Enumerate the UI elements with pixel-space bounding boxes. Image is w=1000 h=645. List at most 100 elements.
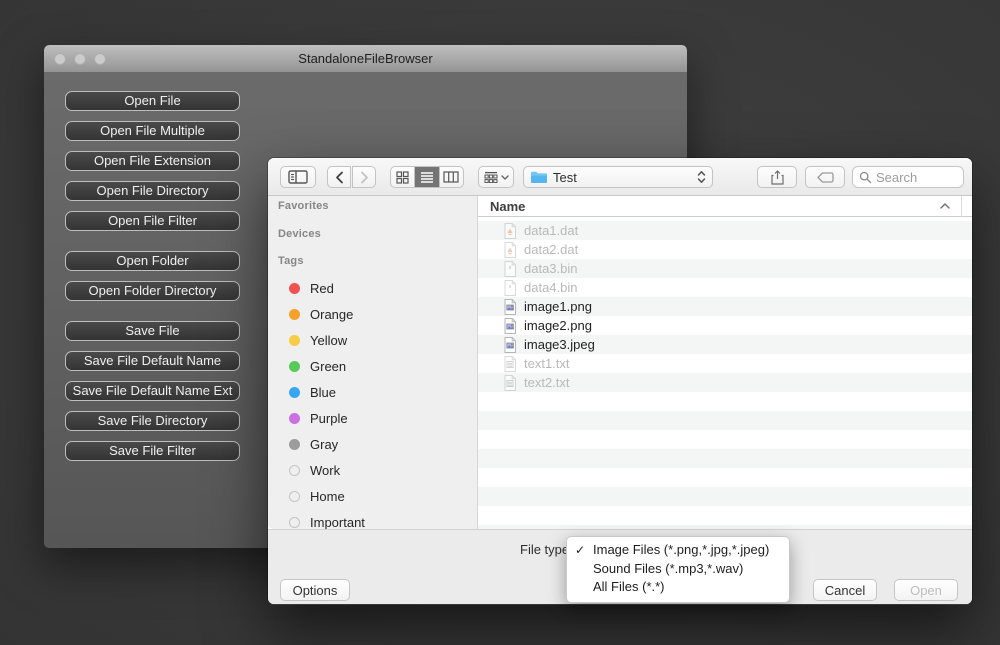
file-name: data2.dat xyxy=(524,242,578,257)
file-name: text1.txt xyxy=(524,356,570,371)
tag-color-dot-blue xyxy=(289,387,300,398)
desktop: StandaloneFileBrowser Open File Open File… xyxy=(0,0,1000,645)
file-icon-img xyxy=(504,337,516,353)
sidebar-tag-orange[interactable]: Orange xyxy=(268,305,478,325)
bin-file-icon xyxy=(504,261,516,277)
forward-button[interactable] xyxy=(352,166,376,188)
tag-label: Gray xyxy=(310,437,338,452)
list-view-button[interactable] xyxy=(414,167,438,187)
group-by-button[interactable] xyxy=(478,166,514,188)
search-input[interactable] xyxy=(876,170,946,185)
tag-color-dot-work xyxy=(289,465,300,476)
file-icon-img xyxy=(504,299,516,315)
sidebar-tag-green[interactable]: Green xyxy=(268,357,478,377)
file-name: text2.txt xyxy=(524,375,570,390)
chevron-down-icon xyxy=(501,175,509,180)
file-icon-txt xyxy=(504,375,516,391)
minimize-button[interactable] xyxy=(74,53,86,65)
unity-titlebar[interactable]: StandaloneFileBrowser xyxy=(44,45,687,73)
tag-label: Red xyxy=(310,281,334,296)
sidebar-section-tags: Tags xyxy=(278,255,304,271)
tag-color-dot-purple xyxy=(289,413,300,424)
file-type-option-label: All Files (*.*) xyxy=(593,579,665,594)
unity-button-open-folder[interactable]: Open Folder xyxy=(65,251,240,271)
unity-button-save-file-filter[interactable]: Save File Filter xyxy=(65,441,240,461)
sidebar-toggle-button[interactable] xyxy=(280,166,316,188)
options-button[interactable]: Options xyxy=(280,579,350,601)
file-row-image1.png[interactable]: image1.png xyxy=(478,297,972,316)
file-row-data4.bin: data4.bin xyxy=(478,278,972,297)
unity-button-open-file-directory[interactable]: Open File Directory xyxy=(65,181,240,201)
txt-file-icon xyxy=(504,356,516,372)
sidebar: FavoritesDevicesTagsRedOrangeYellowGreen… xyxy=(268,196,478,529)
current-folder-label: Test xyxy=(553,170,691,185)
unity-button-open-file-multiple[interactable]: Open File Multiple xyxy=(65,121,240,141)
img-file-icon xyxy=(504,337,516,353)
sidebar-tag-gray[interactable]: Gray xyxy=(268,435,478,455)
file-type-option-label: Image Files (*.png,*.jpg,*.jpeg) xyxy=(593,542,769,557)
file-icon-img xyxy=(504,318,516,334)
file-icon-bin xyxy=(504,280,516,296)
file-row-data3.bin: data3.bin xyxy=(478,259,972,278)
dat-file-icon xyxy=(504,223,516,239)
sidebar-tag-purple[interactable]: Purple xyxy=(268,409,478,429)
icon-view-button[interactable] xyxy=(391,167,414,187)
tag-icon xyxy=(817,172,834,183)
file-name: data1.dat xyxy=(524,223,578,238)
close-button[interactable] xyxy=(54,53,66,65)
file-row-image2.png[interactable]: image2.png xyxy=(478,316,972,335)
tag-label: Home xyxy=(310,489,345,504)
open-button[interactable]: Open xyxy=(894,579,958,601)
file-dialog: Test xyxy=(268,158,972,604)
file-icon-txt xyxy=(504,356,516,372)
file-list: data1.datdata2.datdata3.bindata4.binimag… xyxy=(478,221,972,529)
file-type-option-2[interactable]: Sound Files (*.mp3,*.wav) xyxy=(567,560,789,579)
unity-button-open-folder-directory[interactable]: Open Folder Directory xyxy=(65,281,240,301)
cancel-button[interactable]: Cancel xyxy=(813,579,877,601)
unity-button-save-file-default-name[interactable]: Save File Default Name xyxy=(65,351,240,371)
file-icon-bin xyxy=(504,261,516,277)
empty-row xyxy=(478,411,972,430)
empty-row xyxy=(478,487,972,506)
bin-file-icon xyxy=(504,280,516,296)
file-icon-dat xyxy=(504,223,516,239)
sort-ascending-icon[interactable] xyxy=(940,203,950,209)
updown-chevrons-icon xyxy=(697,170,706,184)
tag-label: Orange xyxy=(310,307,353,322)
tag-label: Work xyxy=(310,463,340,478)
zoom-button[interactable] xyxy=(94,53,106,65)
sidebar-tag-blue[interactable]: Blue xyxy=(268,383,478,403)
unity-button-save-file-directory[interactable]: Save File Directory xyxy=(65,411,240,431)
tag-button[interactable] xyxy=(805,166,845,188)
unity-button-open-file-extension[interactable]: Open File Extension xyxy=(65,151,240,171)
list-header[interactable]: Name xyxy=(478,196,972,217)
file-list-area: Name data1.dat data2.dat data3.bin data4.bi… xyxy=(478,196,972,529)
unity-button-save-file[interactable]: Save File xyxy=(65,321,240,341)
sidebar-tag-yellow[interactable]: Yellow xyxy=(268,331,478,351)
window-title: StandaloneFileBrowser xyxy=(44,45,687,73)
header-divider xyxy=(961,196,962,217)
search-field[interactable] xyxy=(852,166,964,188)
tag-color-dot-yellow xyxy=(289,335,300,346)
unity-button-open-file[interactable]: Open File xyxy=(65,91,240,111)
file-type-option-1[interactable]: ✓ Image Files (*.png,*.jpg,*.jpeg) xyxy=(567,541,789,560)
sidebar-tag-red[interactable]: Red xyxy=(268,279,478,299)
checkmark-icon: ✓ xyxy=(575,542,585,559)
share-button[interactable] xyxy=(757,166,797,188)
sidebar-tag-work[interactable]: Work xyxy=(268,461,478,481)
file-type-option-3[interactable]: All Files (*.*) xyxy=(567,578,789,597)
file-type-option-label: Sound Files (*.mp3,*.wav) xyxy=(593,561,743,576)
unity-button-open-file-filter[interactable]: Open File Filter xyxy=(65,211,240,231)
file-type-menu: ✓ Image Files (*.png,*.jpg,*.jpeg) Sound F… xyxy=(566,536,790,603)
folder-dropdown[interactable]: Test xyxy=(523,166,713,188)
file-row-image3.jpeg[interactable]: image3.jpeg xyxy=(478,335,972,354)
traffic-lights xyxy=(54,53,106,65)
file-name: data3.bin xyxy=(524,261,578,276)
unity-button-save-file-default-name-ext[interactable]: Save File Default Name Ext xyxy=(65,381,240,401)
file-row-text1.txt: text1.txt xyxy=(478,354,972,373)
column-view-button[interactable] xyxy=(439,167,463,187)
back-button[interactable] xyxy=(327,166,351,188)
empty-row xyxy=(478,506,972,525)
sidebar-section-favorites: Favorites xyxy=(278,200,329,216)
sidebar-tag-home[interactable]: Home xyxy=(268,487,478,507)
